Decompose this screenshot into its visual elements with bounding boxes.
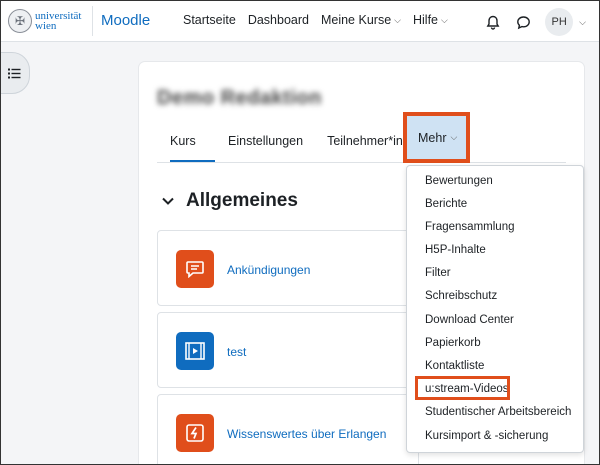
activity-link[interactable]: Wissenswertes über Erlangen <box>227 427 386 441</box>
course-tabs: Kurs Einstellungen Teilnehmer*innen <box>157 130 424 162</box>
menu-item-bewertungen[interactable]: Bewertungen <box>425 175 493 187</box>
nav-meine-kurse-label: Meine Kurse <box>320 13 392 27</box>
tab-kurs[interactable]: Kurs <box>170 130 215 162</box>
mehr-dropdown-menu: Bewertungen Berichte Fragensammlung H5P-… <box>406 165 584 453</box>
tab-einstellungen[interactable]: Einstellungen <box>228 130 303 162</box>
mehr-highlight-box <box>403 112 470 163</box>
ustream-highlight-box <box>415 376 510 400</box>
chevron-down-icon: ⌵ <box>441 14 448 25</box>
tab-kurs-label: Kurs <box>170 134 196 148</box>
video-icon <box>176 332 214 370</box>
navbar-divider <box>92 6 93 36</box>
menu-item-kontaktliste[interactable]: Kontaktliste <box>425 360 484 372</box>
avatar: PH <box>545 8 574 36</box>
menu-item-schreibschutz[interactable]: Schreibschutz <box>425 290 497 302</box>
nav-startseite-label: Startseite <box>183 13 236 27</box>
nav-dashboard[interactable]: Dashboard <box>248 13 309 27</box>
tabs-divider <box>157 162 566 163</box>
chat-icon[interactable] <box>515 14 531 30</box>
menu-item-kursimport[interactable]: Kursimport & -sicherung <box>425 430 548 442</box>
primary-navigation: Startseite Dashboard Meine Kurse ⌵ Hilfe… <box>183 13 448 27</box>
university-logo[interactable]: ✠ universität wien <box>8 7 81 35</box>
course-index-toggle[interactable] <box>0 52 30 94</box>
menu-item-studentischer-arbeitsbereich[interactable]: Studentischer Arbeitsbereich <box>425 406 571 418</box>
section-title: Allgemeines <box>186 190 298 211</box>
section-header: Allgemeines <box>162 190 298 212</box>
logo-line-2: wien <box>35 20 57 32</box>
nav-meine-kurse[interactable]: Meine Kurse ⌵ <box>321 13 401 27</box>
university-seal-icon: ✠ <box>8 9 32 33</box>
activity-item: test <box>157 312 419 388</box>
menu-item-filter[interactable]: Filter <box>425 267 451 279</box>
page-title: Demo Redaktion <box>157 87 322 109</box>
moodle-brand[interactable]: Moodle <box>101 12 150 29</box>
activity-item: Wissenswertes über Erlangen <box>157 394 419 465</box>
menu-item-download-center[interactable]: Download Center <box>425 314 514 326</box>
list-icon <box>7 68 20 78</box>
chevron-down-icon: ⌵ <box>579 16 586 27</box>
activity-link[interactable]: Ankündigungen <box>227 263 310 277</box>
forum-icon <box>176 250 214 288</box>
menu-item-h5p-inhalte[interactable]: H5P-Inhalte <box>425 244 486 256</box>
menu-item-fragensammlung[interactable]: Fragensammlung <box>425 221 514 233</box>
nav-hilfe[interactable]: Hilfe ⌵ <box>413 13 448 27</box>
h5p-icon <box>176 414 214 452</box>
activity-link[interactable]: test <box>227 345 246 359</box>
activity-item: Ankündigungen <box>157 230 419 306</box>
navbar-actions: PH ⌵ <box>485 8 586 36</box>
nav-hilfe-label: Hilfe <box>412 13 438 27</box>
user-menu[interactable]: PH ⌵ <box>545 8 586 36</box>
tab-einstellungen-label: Einstellungen <box>228 134 304 148</box>
top-navbar: ✠ universität wien Moodle Startseite Das… <box>0 0 600 42</box>
chevron-down-icon: ⌵ <box>394 14 401 25</box>
collapse-chevron-icon[interactable] <box>162 197 174 206</box>
bell-icon[interactable] <box>485 14 501 30</box>
menu-item-berichte[interactable]: Berichte <box>425 198 467 210</box>
nav-dashboard-label: Dashboard <box>247 13 309 27</box>
nav-startseite[interactable]: Startseite <box>183 13 236 27</box>
menu-item-papierkorb[interactable]: Papierkorb <box>425 337 481 349</box>
